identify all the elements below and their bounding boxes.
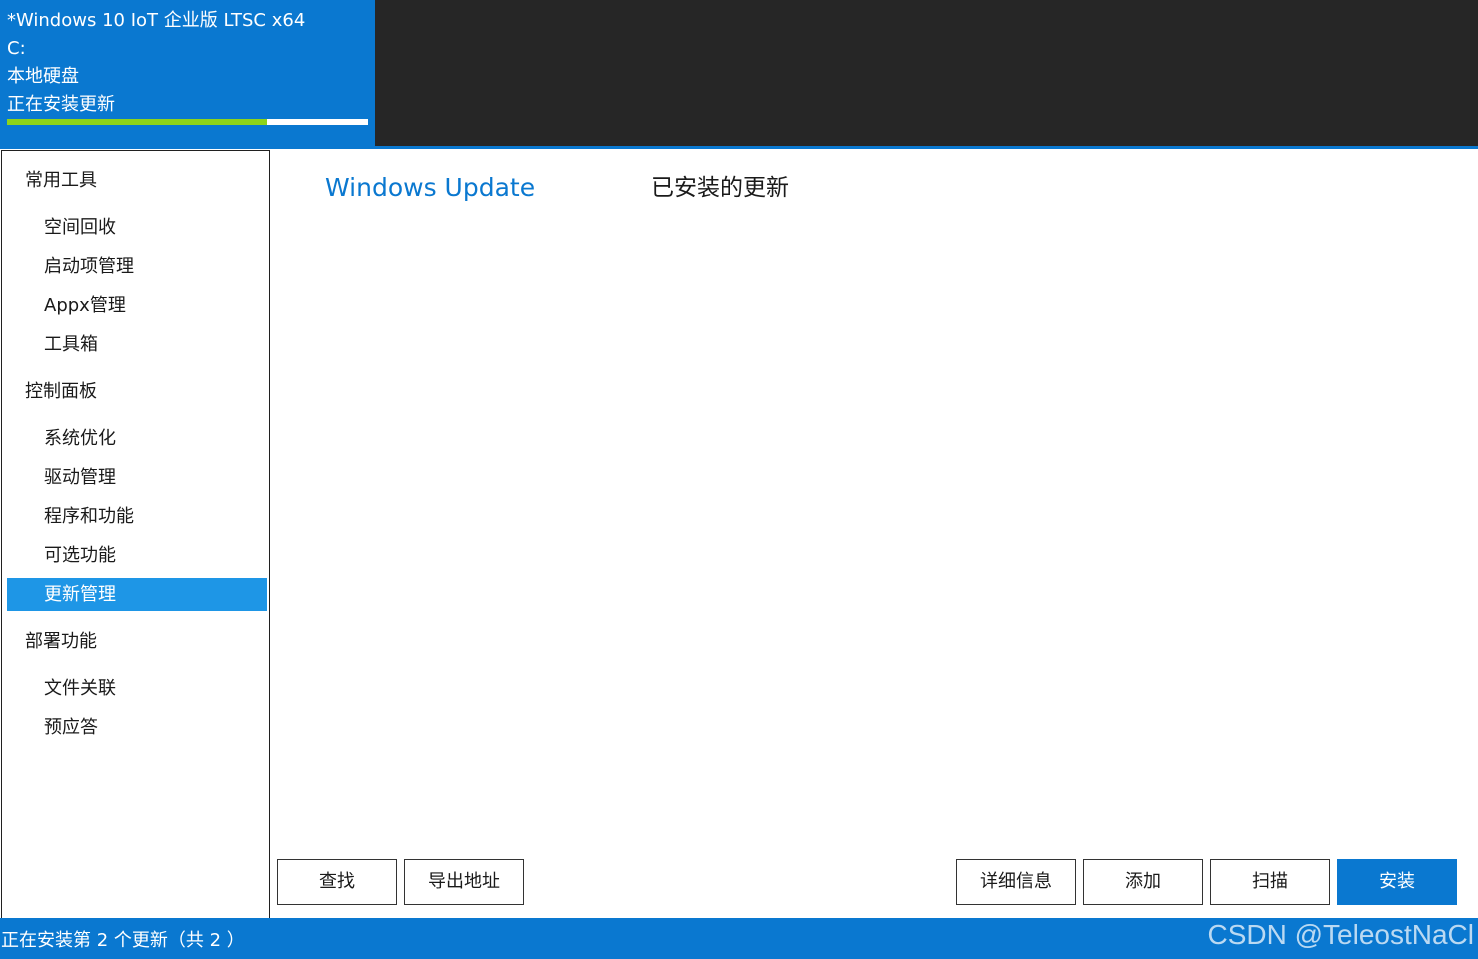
sidebar-item-label: 工具箱 bbox=[44, 334, 98, 355]
sidebar-item-update-manager[interactable]: 更新管理 bbox=[7, 578, 267, 611]
tab-windows-update[interactable]: Windows Update bbox=[325, 172, 535, 204]
sidebar-item-optional-features[interactable]: 可选功能 bbox=[7, 539, 267, 572]
sidebar-item-startup-manager[interactable]: 启动项管理 bbox=[7, 250, 267, 283]
sidebar-item-toolbox[interactable]: 工具箱 bbox=[7, 328, 267, 361]
system-info-panel: *Windows 10 IoT 企业版 LTSC x64 C: 本地硬盘 正在安… bbox=[0, 0, 375, 149]
search-button[interactable]: 查找 bbox=[277, 859, 397, 905]
sidebar: 常用工具 空间回收 启动项管理 Appx管理 工具箱 控制面板 系统优化 驱动管… bbox=[1, 150, 270, 919]
sidebar-item-driver-manager[interactable]: 驱动管理 bbox=[7, 461, 267, 494]
drive-type-label: 本地硬盘 bbox=[7, 66, 79, 87]
tab-installed-updates[interactable]: 已安装的更新 bbox=[651, 172, 789, 204]
os-name-label: *Windows 10 IoT 企业版 LTSC x64 bbox=[7, 10, 306, 31]
sidebar-item-space-reclaim[interactable]: 空间回收 bbox=[7, 211, 267, 244]
sidebar-item-programs-features[interactable]: 程序和功能 bbox=[7, 500, 267, 533]
export-address-button[interactable]: 导出地址 bbox=[404, 859, 524, 905]
sidebar-item-label: 系统优化 bbox=[44, 428, 116, 449]
sidebar-item-label: 可选功能 bbox=[44, 545, 116, 566]
sidebar-item-file-association[interactable]: 文件关联 bbox=[7, 672, 267, 705]
watermark: CSDN @TeleostNaCl bbox=[1207, 919, 1475, 950]
install-progress-fill bbox=[7, 119, 267, 125]
sidebar-item-label: 启动项管理 bbox=[44, 256, 134, 277]
sidebar-group-control-panel: 控制面板 bbox=[25, 381, 97, 402]
sidebar-item-label: 驱动管理 bbox=[44, 467, 116, 488]
sidebar-item-label: Appx管理 bbox=[44, 295, 126, 316]
sidebar-item-system-optimization[interactable]: 系统优化 bbox=[7, 422, 267, 455]
sidebar-item-label: 文件关联 bbox=[44, 678, 116, 699]
install-status-label: 正在安装更新 bbox=[7, 94, 115, 115]
sidebar-group-deployment: 部署功能 bbox=[25, 631, 97, 652]
drive-letter-label: C: bbox=[7, 38, 26, 59]
sidebar-item-label: 更新管理 bbox=[44, 584, 116, 605]
sidebar-item-label: 预应答 bbox=[44, 717, 98, 738]
status-text: 正在安装第 2 个更新（共 2 ） bbox=[1, 930, 245, 951]
sidebar-item-appx-manager[interactable]: Appx管理 bbox=[7, 289, 267, 322]
sidebar-item-label: 空间回收 bbox=[44, 217, 116, 238]
sidebar-group-common-tools: 常用工具 bbox=[25, 170, 97, 191]
status-bar: 正在安装第 2 个更新（共 2 ） CSDN @TeleostNaCl bbox=[0, 918, 1478, 959]
add-button[interactable]: 添加 bbox=[1083, 859, 1203, 905]
sidebar-item-label: 程序和功能 bbox=[44, 506, 134, 527]
details-button[interactable]: 详细信息 bbox=[956, 859, 1076, 905]
header-accent-line bbox=[375, 146, 1478, 149]
sidebar-item-unattend[interactable]: 预应答 bbox=[7, 711, 267, 744]
install-button[interactable]: 安装 bbox=[1337, 859, 1457, 905]
install-progress-bar bbox=[7, 119, 368, 125]
scan-button[interactable]: 扫描 bbox=[1210, 859, 1330, 905]
